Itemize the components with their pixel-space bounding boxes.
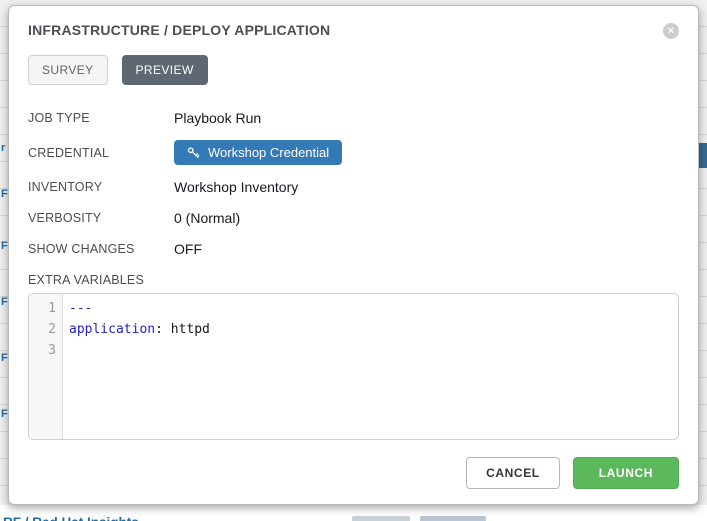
detail-row-show-changes: SHOW CHANGES OFF [28,240,679,257]
background-ui-fragment [352,516,410,521]
background-text-fragment: F [1,296,8,308]
tab-preview[interactable]: PREVIEW [122,55,208,85]
launch-button[interactable]: LAUNCH [573,457,679,489]
detail-value: OFF [174,241,202,257]
background-text-fragment: r [1,142,5,154]
modal-header: INFRASTRUCTURE / DEPLOY APPLICATION × [28,22,679,39]
editor-code-area[interactable]: --- application: httpd [63,294,678,439]
detail-label: JOB TYPE [28,111,174,125]
code-line: application: httpd [69,319,678,340]
background-text-fragment: F [1,188,8,200]
background-ui-fragment [420,516,486,521]
detail-label: VERBOSITY [28,211,174,225]
key-icon [187,146,200,159]
yaml-token: application [69,322,155,337]
modal-footer: CANCEL LAUNCH [466,457,679,489]
detail-value: Playbook Run [174,110,261,126]
detail-value: Workshop Inventory [174,179,298,195]
background-page-right-sliver [699,0,707,521]
detail-row-inventory: INVENTORY Workshop Inventory [28,178,679,195]
code-line [69,340,678,361]
yaml-token: : [155,322,171,337]
detail-row-job-type: JOB TYPE Playbook Run [28,109,679,126]
detail-label: CREDENTIAL [28,146,174,160]
editor-line-numbers: 1 2 3 [29,294,63,439]
detail-label: SHOW CHANGES [28,242,174,256]
line-number: 2 [29,319,56,340]
tab-survey[interactable]: SURVEY [28,55,108,85]
background-text-fragment: F [1,408,8,420]
extra-variables-label: EXTRA VARIABLES [28,273,679,287]
yaml-token: --- [69,301,92,316]
detail-label: INVENTORY [28,180,174,194]
yaml-token: httpd [171,322,210,337]
cancel-button[interactable]: CANCEL [466,457,560,489]
background-link-fragment: RF / Red Hat Insights [3,515,139,521]
modal-tabs: SURVEY PREVIEW [28,55,679,85]
line-number: 1 [29,298,56,319]
code-line: --- [69,298,678,319]
background-page-bottom-sliver: RF / Red Hat Insights [0,505,707,521]
close-icon[interactable]: × [663,23,679,39]
detail-row-verbosity: VERBOSITY 0 (Normal) [28,209,679,226]
background-text-fragment: F [1,352,8,364]
background-badge-fragment [699,143,707,168]
extra-variables-editor: 1 2 3 --- application: httpd [28,293,679,440]
credential-badge[interactable]: Workshop Credential [174,140,342,165]
deploy-application-preview-modal: INFRASTRUCTURE / DEPLOY APPLICATION × SU… [8,5,699,505]
credential-badge-label: Workshop Credential [208,145,329,160]
line-number: 3 [29,340,56,361]
background-text-fragment: F [1,240,8,252]
detail-row-credential: CREDENTIAL Workshop Credential [28,140,679,165]
detail-value: 0 (Normal) [174,210,240,226]
job-details-list: JOB TYPE Playbook Run CREDENTIAL Worksho… [28,109,679,257]
modal-title: INFRASTRUCTURE / DEPLOY APPLICATION [28,22,330,38]
